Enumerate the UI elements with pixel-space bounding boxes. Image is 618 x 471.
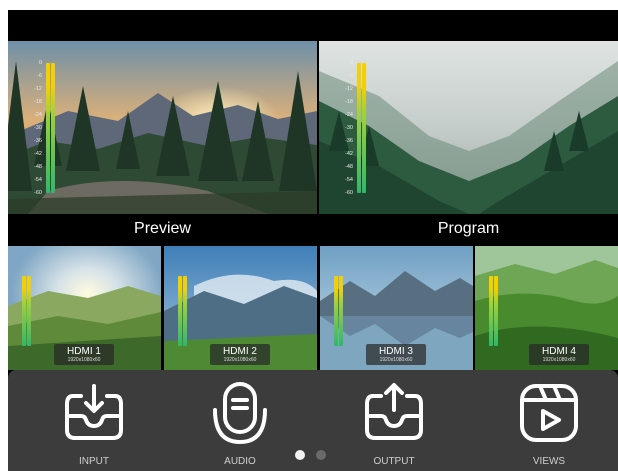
hdmi-2-label-box: HDMI 2 1920x1080x60 — [210, 344, 270, 365]
source-resolution: 1920x1080x60 — [67, 357, 101, 363]
views-icon — [520, 384, 578, 442]
source-resolution: 1920x1080x60 — [542, 357, 576, 363]
preview-audio-meter: 0 -6 -12 -18 -24 -30 -36 -42 -48 -54 -60 — [34, 60, 55, 196]
audio-icon — [213, 382, 267, 444]
bottom-toolbar: INPUT AUDIO OUTPUT VIEWS — [8, 370, 618, 471]
hdmi-2-audio-meter — [178, 276, 187, 346]
scale-label: -36 — [345, 138, 353, 144]
page-indicator-dot-2[interactable] — [316, 450, 326, 460]
scale-label: -12 — [34, 86, 42, 92]
meter-scale: 0 -6 -12 -18 -24 -30 -36 -42 -48 -54 -60 — [335, 60, 353, 196]
scale-label: -6 — [348, 73, 353, 79]
meter-bar-right — [27, 276, 31, 346]
scale-label: -42 — [34, 151, 42, 157]
source-hdmi-1[interactable]: HDMI 1 1920x1080x60 — [8, 246, 161, 370]
output-icon — [365, 383, 423, 440]
scale-label: -30 — [345, 125, 353, 131]
scale-label: -6 — [37, 73, 42, 79]
meter-bar-left — [334, 276, 338, 346]
scale-label: 0 — [38, 60, 42, 66]
meter-bar-left — [357, 63, 361, 193]
output-button[interactable]: OUTPUT — [334, 370, 454, 471]
program-audio-meter: 0 -6 -12 -18 -24 -30 -36 -42 -48 -54 -60 — [345, 60, 366, 196]
scale-label: -54 — [34, 177, 42, 183]
program-label: Program — [437, 220, 500, 237]
scale-label: -54 — [345, 177, 353, 183]
audio-label: AUDIO — [224, 456, 256, 467]
hdmi-4-audio-meter — [489, 276, 498, 346]
preview-label: Preview — [134, 220, 191, 237]
page-indicator-dot-1[interactable] — [295, 450, 305, 460]
scale-label: -36 — [34, 138, 42, 144]
scale-label: -30 — [34, 125, 42, 131]
hdmi-1-audio-meter — [22, 276, 31, 346]
source-name: HDMI 4 — [542, 346, 576, 357]
scale-label: -24 — [345, 112, 353, 118]
source-name: HDMI 3 — [379, 346, 413, 357]
scale-label: -60 — [345, 190, 353, 196]
scale-label: 0 — [349, 60, 353, 66]
switcher-screen: 0 -6 -12 -18 -24 -30 -36 -42 -48 -54 -60… — [8, 10, 618, 471]
meter-bar-right — [362, 63, 366, 193]
meter-bar-left — [22, 276, 26, 346]
source-name: HDMI 1 — [67, 346, 101, 357]
meter-bar-right — [51, 63, 55, 193]
source-hdmi-2[interactable]: HDMI 2 1920x1080x60 — [164, 246, 317, 370]
hdmi-3-label-box: HDMI 3 1920x1080x60 — [366, 344, 426, 365]
source-resolution: 1920x1080x60 — [223, 357, 257, 363]
source-hdmi-3[interactable]: HDMI 3 1920x1080x60 — [320, 246, 473, 370]
meter-bar-right — [494, 276, 498, 346]
scale-label: -42 — [345, 151, 353, 157]
output-label: OUTPUT — [373, 456, 415, 467]
hdmi-3-audio-meter — [334, 276, 343, 346]
scale-label: -48 — [34, 164, 42, 170]
input-icon — [65, 384, 123, 440]
scale-label: -12 — [345, 86, 353, 92]
program-monitor[interactable]: 0 -6 -12 -18 -24 -30 -36 -42 -48 -54 -60 — [319, 41, 618, 214]
scale-label: -18 — [345, 99, 353, 105]
preview-monitor[interactable]: 0 -6 -12 -18 -24 -30 -36 -42 -48 -54 -60 — [8, 41, 317, 214]
source-hdmi-4[interactable]: HDMI 4 1920x1080x60 — [475, 246, 618, 370]
hdmi-4-label-box: HDMI 4 1920x1080x60 — [529, 344, 589, 365]
source-resolution: 1920x1080x60 — [379, 357, 413, 363]
source-name: HDMI 2 — [223, 346, 257, 357]
views-button[interactable]: VIEWS — [489, 370, 609, 471]
scale-label: -18 — [34, 99, 42, 105]
audio-button[interactable]: AUDIO — [180, 370, 300, 471]
meter-bar-right — [339, 276, 343, 346]
scale-label: -60 — [34, 190, 42, 196]
meter-bar-right — [183, 276, 187, 346]
meter-bar-left — [178, 276, 182, 346]
hdmi-1-label-box: HDMI 1 1920x1080x60 — [54, 344, 114, 365]
input-button[interactable]: INPUT — [34, 370, 154, 471]
meter-bar-left — [46, 63, 50, 193]
meter-scale: 0 -6 -12 -18 -24 -30 -36 -42 -48 -54 -60 — [24, 60, 42, 196]
scale-label: -48 — [345, 164, 353, 170]
scale-label: -24 — [34, 112, 42, 118]
input-label: INPUT — [79, 456, 109, 467]
views-label: VIEWS — [532, 456, 566, 467]
meter-bar-left — [489, 276, 493, 346]
